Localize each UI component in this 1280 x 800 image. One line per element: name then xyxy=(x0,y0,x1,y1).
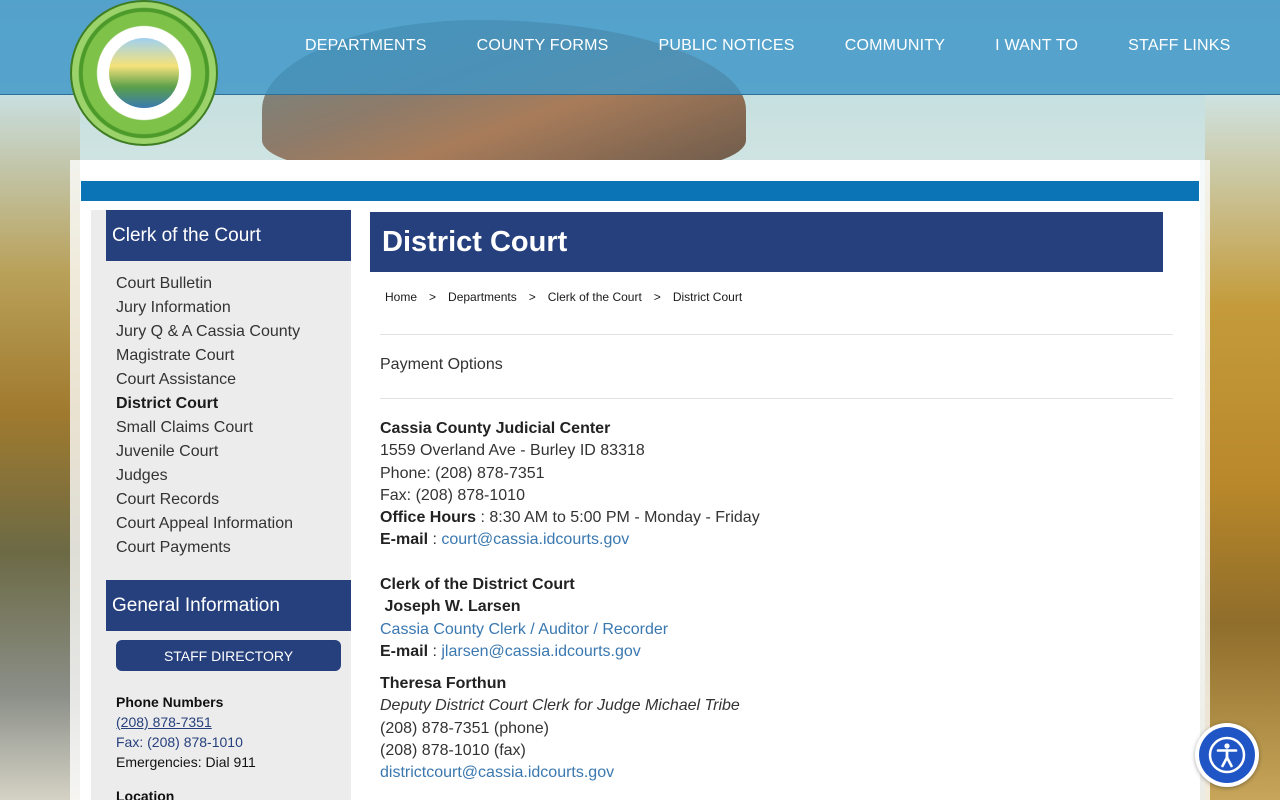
office-hours-value: : 8:30 AM to 5:00 PM - Monday - Friday xyxy=(476,509,760,527)
email-separator: : xyxy=(428,531,442,549)
deputy-block: Theresa Forthun Deputy District Court Cl… xyxy=(380,673,740,784)
deputy-email-link[interactable]: districtcourt@cassia.idcourts.gov xyxy=(380,762,740,784)
accessibility-button[interactable] xyxy=(1195,723,1259,787)
sidebar-nav-list: Court Bulletin Jury Information Jury Q &… xyxy=(116,272,300,560)
sidebar-item-juvenile-court[interactable]: Juvenile Court xyxy=(116,440,300,464)
deputy-name: Theresa Forthun xyxy=(380,675,507,692)
nav-public-notices[interactable]: PUBLIC NOTICES xyxy=(659,37,795,55)
clerk-email-separator: : xyxy=(428,642,442,660)
deputy-fax: (208) 878-1010 (fax) xyxy=(380,741,526,759)
sidebar-item-small-claims-court[interactable]: Small Claims Court xyxy=(116,416,300,440)
content-panel: Clerk of the Court Court Bulletin Jury I… xyxy=(80,160,1200,800)
sidebar-item-magistrate-court[interactable]: Magistrate Court xyxy=(116,344,300,368)
judicial-center-phone: Phone: (208) 878-7351 xyxy=(380,464,545,482)
top-accent-bar xyxy=(81,181,1199,201)
judicial-center-block: Cassia County Judicial Center 1559 Overl… xyxy=(380,418,760,552)
main-content: District Court Home > Departments > Clerk of… xyxy=(370,210,1200,800)
breadcrumb-separator: > xyxy=(653,290,661,304)
general-information-title: General Information xyxy=(106,580,351,631)
deputy-role: Deputy District Court Clerk for Judge Mi… xyxy=(380,697,740,715)
sidebar-item-district-court[interactable]: District Court xyxy=(116,392,300,416)
breadcrumb: Home > Departments > Clerk of the Court > Dist… xyxy=(385,290,742,304)
location-label: Location xyxy=(116,788,175,800)
office-hours-label: Office Hours xyxy=(380,509,477,527)
deputy-phone: (208) 878-7351 (phone) xyxy=(380,719,550,737)
phone-numbers-label: Phone Numbers xyxy=(116,694,224,710)
nav-county-forms[interactable]: COUNTY FORMS xyxy=(477,37,609,55)
breadcrumb-separator: > xyxy=(429,290,437,304)
contact-info: Phone Numbers (208) 878-7351 Fax: (208) … xyxy=(116,692,256,800)
sidebar-item-court-payments[interactable]: Court Payments xyxy=(116,536,300,560)
sidebar: Clerk of the Court Court Bulletin Jury I… xyxy=(91,210,351,800)
divider xyxy=(380,398,1173,399)
clerk-email-link[interactable]: jlarsen@cassia.idcourts.gov xyxy=(441,643,640,660)
staff-directory-button[interactable]: STAFF DIRECTORY xyxy=(116,640,341,671)
accessibility-icon xyxy=(1199,727,1255,783)
breadcrumb-clerk-of-the-court[interactable]: Clerk of the Court xyxy=(548,290,642,304)
divider xyxy=(380,334,1173,335)
sidebar-item-court-appeal-information[interactable]: Court Appeal Information xyxy=(116,512,300,536)
seal-emblem xyxy=(109,38,179,108)
nav-community[interactable]: COMMUNITY xyxy=(845,37,945,55)
clerk-name: Joseph W. Larsen xyxy=(380,598,521,616)
sidebar-item-judges[interactable]: Judges xyxy=(116,464,300,488)
sidebar-item-jury-information[interactable]: Jury Information xyxy=(116,296,300,320)
breadcrumb-separator: > xyxy=(528,290,536,304)
nav-staff-links[interactable]: STAFF LINKS xyxy=(1128,37,1230,55)
nav-i-want-to[interactable]: I WANT TO xyxy=(995,37,1078,55)
judicial-center-fax: Fax: (208) 878-1010 xyxy=(380,486,525,504)
judicial-center-address: 1559 Overland Ave - Burley ID 83318 xyxy=(380,442,645,460)
content-frame: Clerk of the Court Court Bulletin Jury I… xyxy=(70,160,1210,800)
breadcrumb-departments[interactable]: Departments xyxy=(448,290,517,304)
payment-options-link[interactable]: Payment Options xyxy=(380,354,503,376)
judicial-center-name: Cassia County Judicial Center xyxy=(380,420,611,437)
clerk-email-label: E-mail xyxy=(380,642,429,660)
page-title: District Court xyxy=(370,212,1163,272)
clerk-block: Clerk of the District Court Joseph W. La… xyxy=(380,574,668,663)
breadcrumb-home[interactable]: Home xyxy=(385,290,417,304)
main-nav: DEPARTMENTS COUNTY FORMS PUBLIC NOTICES … xyxy=(280,0,1231,92)
fax-number: Fax: (208) 878-1010 xyxy=(116,734,243,750)
background-scenery-left xyxy=(0,95,80,800)
background-scenery-right xyxy=(1205,95,1280,800)
breadcrumb-district-court[interactable]: District Court xyxy=(673,290,742,304)
clerk-title: Clerk of the District Court xyxy=(380,576,575,593)
court-email-link[interactable]: court@cassia.idcourts.gov xyxy=(441,531,629,548)
clerk-role-link[interactable]: Cassia County Clerk / Auditor / Recorder xyxy=(380,619,668,641)
emergency-number: Emergencies: Dial 911 xyxy=(116,754,256,770)
county-seal-logo[interactable] xyxy=(70,0,218,146)
nav-departments[interactable]: DEPARTMENTS xyxy=(305,37,427,55)
sidebar-section-title: Clerk of the Court xyxy=(106,210,351,261)
sidebar-item-jury-qa[interactable]: Jury Q & A Cassia County xyxy=(116,320,300,344)
sidebar-item-court-records[interactable]: Court Records xyxy=(116,488,300,512)
main-phone-link[interactable]: (208) 878-7351 xyxy=(116,712,256,732)
sidebar-item-court-assistance[interactable]: Court Assistance xyxy=(116,368,300,392)
sidebar-item-court-bulletin[interactable]: Court Bulletin xyxy=(116,272,300,296)
email-label: E-mail xyxy=(380,531,429,549)
